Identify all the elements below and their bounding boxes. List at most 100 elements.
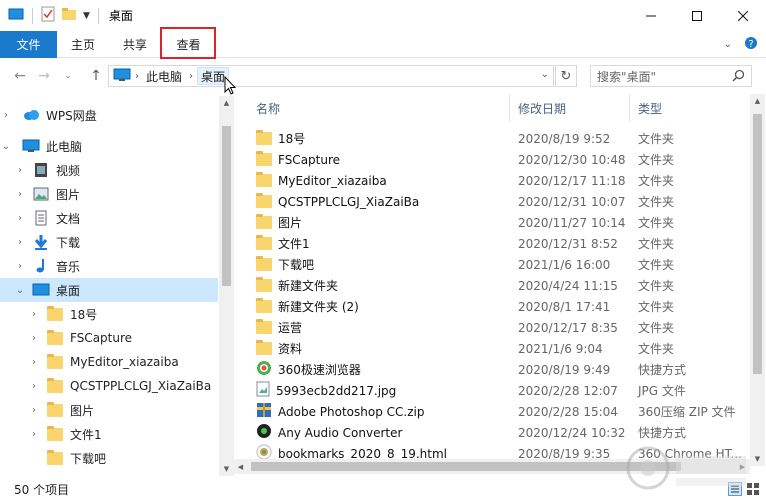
- column-date[interactable]: 修改日期: [510, 94, 630, 122]
- expand-chevron-icon[interactable]: ›: [28, 429, 40, 440]
- column-type[interactable]: 类型: [630, 94, 748, 122]
- tab-file[interactable]: 文件: [0, 31, 57, 58]
- nav-scrollbar[interactable]: ▲ ▼: [219, 96, 234, 476]
- ribbon-controls: ⌄ ?: [724, 31, 758, 58]
- breadcrumb-this-pc[interactable]: 此电脑: [143, 68, 185, 85]
- table-row[interactable]: QCSTPPLCLGJ_XiaZaiBa 2020/12/31 10:07 文件…: [248, 191, 748, 212]
- horizontal-scrollbar[interactable]: ◀ ▶: [233, 459, 750, 474]
- minimize-button[interactable]: [628, 0, 674, 31]
- file-date: 2020/2/28 15:04: [518, 404, 618, 419]
- nav-item-wps-cloud[interactable]: › WPS网盘: [0, 103, 218, 127]
- breadcrumb-chevron-icon[interactable]: ›: [189, 71, 193, 82]
- table-row[interactable]: 文件1 2020/12/31 8:52 文件夹: [248, 233, 748, 254]
- scroll-up-icon[interactable]: ▲: [750, 94, 765, 108]
- nav-item-videos[interactable]: › 视频: [0, 158, 218, 182]
- expand-chevron-icon[interactable]: ›: [28, 405, 40, 416]
- table-row[interactable]: Adobe Photoshop CC.zip 2020/2/28 15:04 3…: [248, 401, 748, 422]
- forward-arrow-icon[interactable]: →: [32, 64, 56, 88]
- browser-360-icon: [256, 360, 272, 379]
- expand-chevron-icon[interactable]: ›: [28, 309, 40, 320]
- nav-item-folder[interactable]: › 图片: [0, 398, 218, 422]
- chevron-down-icon[interactable]: ▼: [83, 11, 90, 21]
- navigation-pane: › WPS网盘 ⌄ 此电脑 › 视频 › 图片 › 文档 › 下载 › 音乐 ⌄…: [0, 96, 233, 476]
- file-name: 文件1: [278, 237, 310, 251]
- folder-icon: [46, 353, 64, 370]
- collapse-chevron-icon[interactable]: ⌄: [0, 141, 12, 152]
- tab-view[interactable]: 查看: [161, 31, 216, 58]
- breadcrumb-chevron-icon[interactable]: ›: [135, 71, 139, 82]
- scroll-thumb[interactable]: [753, 114, 762, 374]
- collapse-chevron-icon[interactable]: ⌄: [14, 285, 26, 296]
- table-row[interactable]: 运营 2020/12/17 8:35 文件夹: [248, 317, 748, 338]
- search-input[interactable]: 搜索"桌面": [590, 65, 752, 87]
- scroll-thumb[interactable]: [222, 126, 231, 286]
- expand-chevron-icon[interactable]: ›: [14, 213, 26, 224]
- expand-chevron-icon[interactable]: ›: [14, 165, 26, 176]
- file-type: 快捷方式: [638, 363, 687, 377]
- properties-icon[interactable]: [41, 6, 55, 25]
- scroll-left-icon[interactable]: ◀: [233, 459, 248, 474]
- nav-item-this-pc[interactable]: ⌄ 此电脑: [0, 134, 218, 158]
- maximize-button[interactable]: [674, 0, 720, 31]
- table-row[interactable]: 新建文件夹 (2) 2020/8/1 17:41 文件夹: [248, 296, 748, 317]
- scroll-thumb[interactable]: [251, 462, 681, 471]
- nav-item-folder[interactable]: › 18号: [0, 302, 218, 326]
- large-icons-view-icon[interactable]: [746, 482, 760, 499]
- folder-icon: [46, 401, 64, 418]
- nav-item-folder[interactable]: › 文件1: [0, 422, 218, 446]
- up-arrow-icon[interactable]: ↑: [84, 64, 108, 88]
- expand-chevron-icon[interactable]: ›: [28, 381, 40, 392]
- details-view-icon[interactable]: [728, 482, 742, 499]
- table-row[interactable]: FSCapture 2020/12/30 10:48 文件夹: [248, 149, 748, 170]
- chevron-down-icon[interactable]: ⌄: [724, 39, 732, 50]
- nav-item-folder[interactable]: › MyEditor_xiazaiba: [0, 350, 218, 374]
- address-bar[interactable]: › 此电脑 › 桌面 ⌄: [108, 65, 554, 87]
- table-row[interactable]: 图片 2020/11/27 10:14 文件夹: [248, 212, 748, 233]
- nav-item-label: FSCapture: [70, 331, 133, 345]
- expand-chevron-icon[interactable]: ›: [14, 189, 26, 200]
- nav-item-folder[interactable]: 下载吧: [0, 446, 218, 470]
- nav-item-downloads[interactable]: › 下载: [0, 230, 218, 254]
- help-icon[interactable]: ?: [744, 36, 758, 53]
- nav-item-documents[interactable]: › 文档: [0, 206, 218, 230]
- new-folder-icon[interactable]: [61, 7, 77, 24]
- scroll-down-icon[interactable]: ▼: [219, 462, 234, 476]
- nav-item-folder[interactable]: › QCSTPPLCLGJ_XiaZaiBa: [0, 374, 218, 398]
- close-button[interactable]: [720, 0, 766, 31]
- nav-item-label: WPS网盘: [46, 108, 97, 123]
- table-row[interactable]: Any Audio Converter 2020/12/24 10:32 快捷方…: [248, 422, 748, 443]
- expand-chevron-icon[interactable]: ›: [28, 357, 40, 368]
- table-row[interactable]: 资料 2021/1/6 9:04 文件夹: [248, 338, 748, 359]
- scroll-right-icon[interactable]: ▶: [735, 459, 750, 474]
- nav-item-label: 18号: [70, 307, 98, 322]
- explorer-icon[interactable]: [8, 7, 24, 24]
- nav-item-folder[interactable]: › FSCapture: [0, 326, 218, 350]
- tab-share[interactable]: 共享: [109, 31, 161, 58]
- expand-chevron-icon[interactable]: ›: [14, 237, 26, 248]
- scroll-down-icon[interactable]: ▼: [750, 452, 765, 466]
- file-type: 文件夹: [638, 300, 675, 314]
- back-arrow-icon[interactable]: ←: [8, 64, 32, 88]
- nav-item-desktop[interactable]: ⌄ 桌面: [0, 278, 218, 302]
- scroll-up-icon[interactable]: ▲: [219, 96, 234, 110]
- nav-item-music[interactable]: › 音乐: [0, 254, 218, 278]
- refresh-button[interactable]: ↻: [555, 65, 577, 87]
- file-name: FSCapture: [278, 152, 341, 167]
- recent-chevron-icon[interactable]: ⌄: [56, 64, 80, 88]
- window-controls: [628, 0, 766, 31]
- expand-chevron-icon[interactable]: ›: [0, 110, 12, 121]
- table-row[interactable]: 新建文件夹 2020/4/24 11:15 文件夹: [248, 275, 748, 296]
- table-row[interactable]: 5993ecb2dd217.jpg 2020/2/28 12:07 JPG 文件: [248, 380, 748, 401]
- nav-item-pictures[interactable]: › 图片: [0, 182, 218, 206]
- table-row[interactable]: 360极速浏览器 2020/8/19 9:49 快捷方式: [248, 359, 748, 380]
- tab-home[interactable]: 主页: [57, 31, 109, 58]
- file-list-scrollbar[interactable]: ▲ ▼: [750, 94, 765, 466]
- expand-chevron-icon[interactable]: ›: [14, 261, 26, 272]
- table-row[interactable]: MyEditor_xiazaiba 2020/12/17 11:18 文件夹: [248, 170, 748, 191]
- table-row[interactable]: 18号 2020/8/19 9:52 文件夹: [248, 128, 748, 149]
- table-row[interactable]: 下载吧 2021/1/6 16:00 文件夹: [248, 254, 748, 275]
- expand-chevron-icon[interactable]: ›: [28, 333, 40, 344]
- address-dropdown-icon[interactable]: ⌄: [541, 69, 549, 80]
- documents-icon: [32, 210, 50, 226]
- computer-icon: [22, 138, 40, 154]
